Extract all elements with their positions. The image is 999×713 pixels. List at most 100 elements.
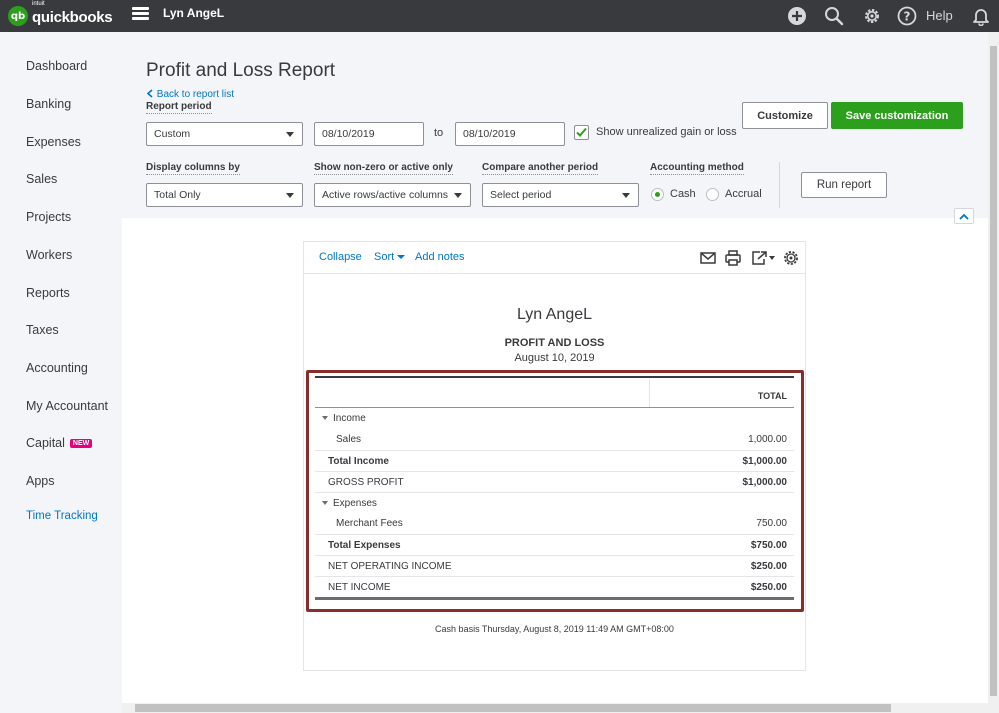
sidebar: Dashboard Banking Expenses Sales Project… (0, 32, 122, 713)
report-toolbar: Collapse Sort Add notes (304, 242, 805, 274)
display-columns-label: Display columns by (146, 162, 240, 175)
logo-quickbooks-text: quickbooks (32, 9, 113, 26)
logo-intuit-text: intuit (32, 1, 45, 7)
sidebar-item-reports[interactable]: Reports (26, 286, 70, 300)
caret-down-icon (286, 193, 294, 198)
table-row-sales[interactable]: Sales 1,000.00 (315, 429, 794, 450)
non-zero-select[interactable]: Active rows/active columns (314, 183, 471, 207)
row-value[interactable]: $250.00 (751, 582, 787, 593)
sort-dropdown[interactable]: Sort (374, 251, 406, 263)
row-label: Income (333, 413, 366, 424)
sidebar-item-dashboard[interactable]: Dashboard (26, 59, 87, 73)
report-company-name: Lyn AngeL (516, 306, 593, 323)
report-footer: Cash basis Thursday, August 8, 2019 11:4… (435, 624, 674, 634)
collapse-triangle-icon[interactable] (322, 416, 328, 420)
back-link-label: Back to report list (156, 89, 235, 100)
horizontal-scrollbar[interactable] (122, 703, 988, 713)
sidebar-item-banking[interactable]: Banking (26, 97, 71, 111)
sidebar-item-accounting[interactable]: Accounting (26, 361, 88, 375)
svg-text:?: ? (904, 10, 911, 24)
from-date-value: 08/10/2019 (322, 128, 375, 140)
column-header-total[interactable]: TOTAL (758, 391, 787, 401)
chevron-left-icon (146, 89, 153, 98)
cash-radio[interactable] (651, 188, 664, 201)
table-row-merchant-fees[interactable]: Merchant Fees 750.00 (315, 513, 794, 534)
row-value[interactable]: 1,000.00 (748, 434, 787, 445)
caret-down-icon (622, 193, 630, 198)
compare-period-select[interactable]: Select period (482, 183, 639, 207)
email-icon[interactable] (699, 249, 717, 267)
row-label: Total Expenses (328, 540, 401, 551)
table-row-net-income[interactable]: NET INCOME $250.00 (315, 576, 794, 597)
sidebar-item-workers[interactable]: Workers (26, 248, 72, 262)
collapse-filters-button[interactable] (954, 208, 974, 224)
sidebar-item-my-accountant[interactable]: My Accountant (26, 399, 108, 413)
sidebar-item-sales[interactable]: Sales (26, 172, 57, 186)
help-label[interactable]: Help (926, 8, 953, 23)
row-value[interactable]: 750.00 (756, 518, 787, 529)
sidebar-item-expenses[interactable]: Expenses (26, 135, 81, 149)
accrual-label: Accrual (725, 188, 762, 200)
sort-label: Sort (374, 251, 395, 263)
bell-icon[interactable] (969, 4, 993, 28)
unrealized-gain-checkbox[interactable] (574, 125, 589, 140)
sidebar-item-apps[interactable]: Apps (26, 474, 55, 488)
save-customization-button[interactable]: Save customization (831, 102, 963, 129)
settings-gear-icon[interactable] (782, 249, 800, 267)
sidebar-item-taxes[interactable]: Taxes (26, 323, 59, 337)
compare-period-label: Compare another period (482, 162, 599, 175)
table-row-total-expenses[interactable]: Total Expenses $750.00 (315, 534, 794, 555)
row-value[interactable]: $250.00 (751, 561, 787, 572)
gear-icon[interactable] (860, 4, 884, 28)
page-title: Profit and Loss Report (146, 60, 336, 81)
to-date-input[interactable]: 08/10/2019 (455, 122, 565, 146)
hamburger-menu-icon[interactable] (132, 7, 149, 21)
row-label: Merchant Fees (336, 518, 403, 529)
plus-circle-icon[interactable] (785, 4, 809, 28)
non-zero-label: Show non-zero or active only (314, 162, 453, 175)
export-icon[interactable] (750, 249, 776, 267)
row-label: Sales (336, 434, 362, 445)
sidebar-item-projects[interactable]: Projects (26, 210, 71, 224)
sidebar-item-time-tracking[interactable]: Time Tracking (26, 510, 98, 522)
row-label: Expenses (333, 498, 377, 509)
collapse-triangle-icon[interactable] (322, 501, 328, 505)
customize-button[interactable]: Customize (742, 102, 828, 129)
cash-label: Cash (670, 188, 696, 200)
vertical-scrollbar[interactable] (988, 32, 999, 713)
back-to-report-list-link[interactable]: Back to report list (146, 89, 234, 100)
table-row-net-operating-income[interactable]: NET OPERATING INCOME $250.00 (315, 555, 794, 576)
row-value[interactable]: $750.00 (751, 540, 787, 551)
table-row-total-income[interactable]: Total Income $1,000.00 (315, 450, 794, 471)
report-date: August 10, 2019 (514, 352, 595, 364)
row-value[interactable]: $1,000.00 (743, 456, 788, 467)
search-icon[interactable] (822, 4, 846, 28)
accrual-radio[interactable] (706, 188, 719, 201)
add-notes-link[interactable]: Add notes (415, 251, 465, 263)
filter-divider (779, 162, 780, 208)
run-report-button[interactable]: Run report (801, 172, 887, 198)
report-period-select[interactable]: Custom (146, 122, 303, 146)
to-date-value: 08/10/2019 (463, 128, 516, 140)
sidebar-item-capital[interactable]: Capital NEW (26, 436, 93, 450)
non-zero-value: Active rows/active columns (322, 189, 449, 201)
compare-period-placeholder: Select period (490, 189, 552, 201)
quickbooks-logo[interactable]: qb intuit quickbooks (8, 1, 113, 27)
table-row-income[interactable]: Income (315, 408, 794, 429)
row-value[interactable]: $1,000.00 (743, 477, 788, 488)
report-title: PROFIT AND LOSS (504, 337, 605, 349)
table-row-expenses[interactable]: Expenses (315, 492, 794, 513)
table-row-gross-profit[interactable]: GROSS PROFIT $1,000.00 (315, 471, 794, 492)
report-period-label: Report period (146, 101, 212, 114)
accounting-method-label: Accounting method (650, 162, 744, 175)
company-name: Lyn AngeL (163, 6, 225, 20)
print-icon[interactable] (724, 249, 742, 267)
row-label: Total Income (328, 456, 389, 467)
display-columns-select[interactable]: Total Only (146, 183, 303, 207)
display-columns-value: Total Only (154, 189, 201, 201)
row-label: GROSS PROFIT (328, 477, 404, 488)
from-date-input[interactable]: 08/10/2019 (314, 122, 424, 146)
help-icon[interactable]: ? (895, 4, 919, 28)
caret-down-icon (397, 255, 406, 259)
collapse-link[interactable]: Collapse (319, 251, 362, 263)
